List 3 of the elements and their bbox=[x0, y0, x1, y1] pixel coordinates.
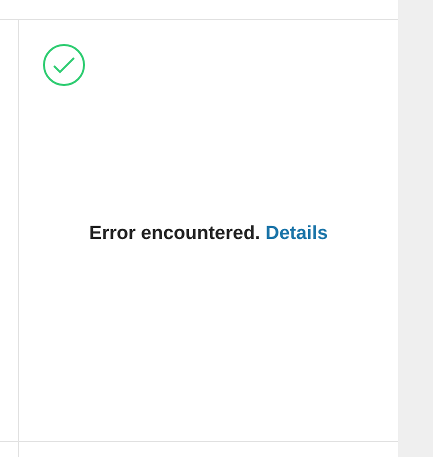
status-message: Error encountered. Details bbox=[88, 222, 329, 246]
check-circle-icon bbox=[43, 44, 85, 86]
details-link[interactable]: Details bbox=[266, 223, 328, 244]
